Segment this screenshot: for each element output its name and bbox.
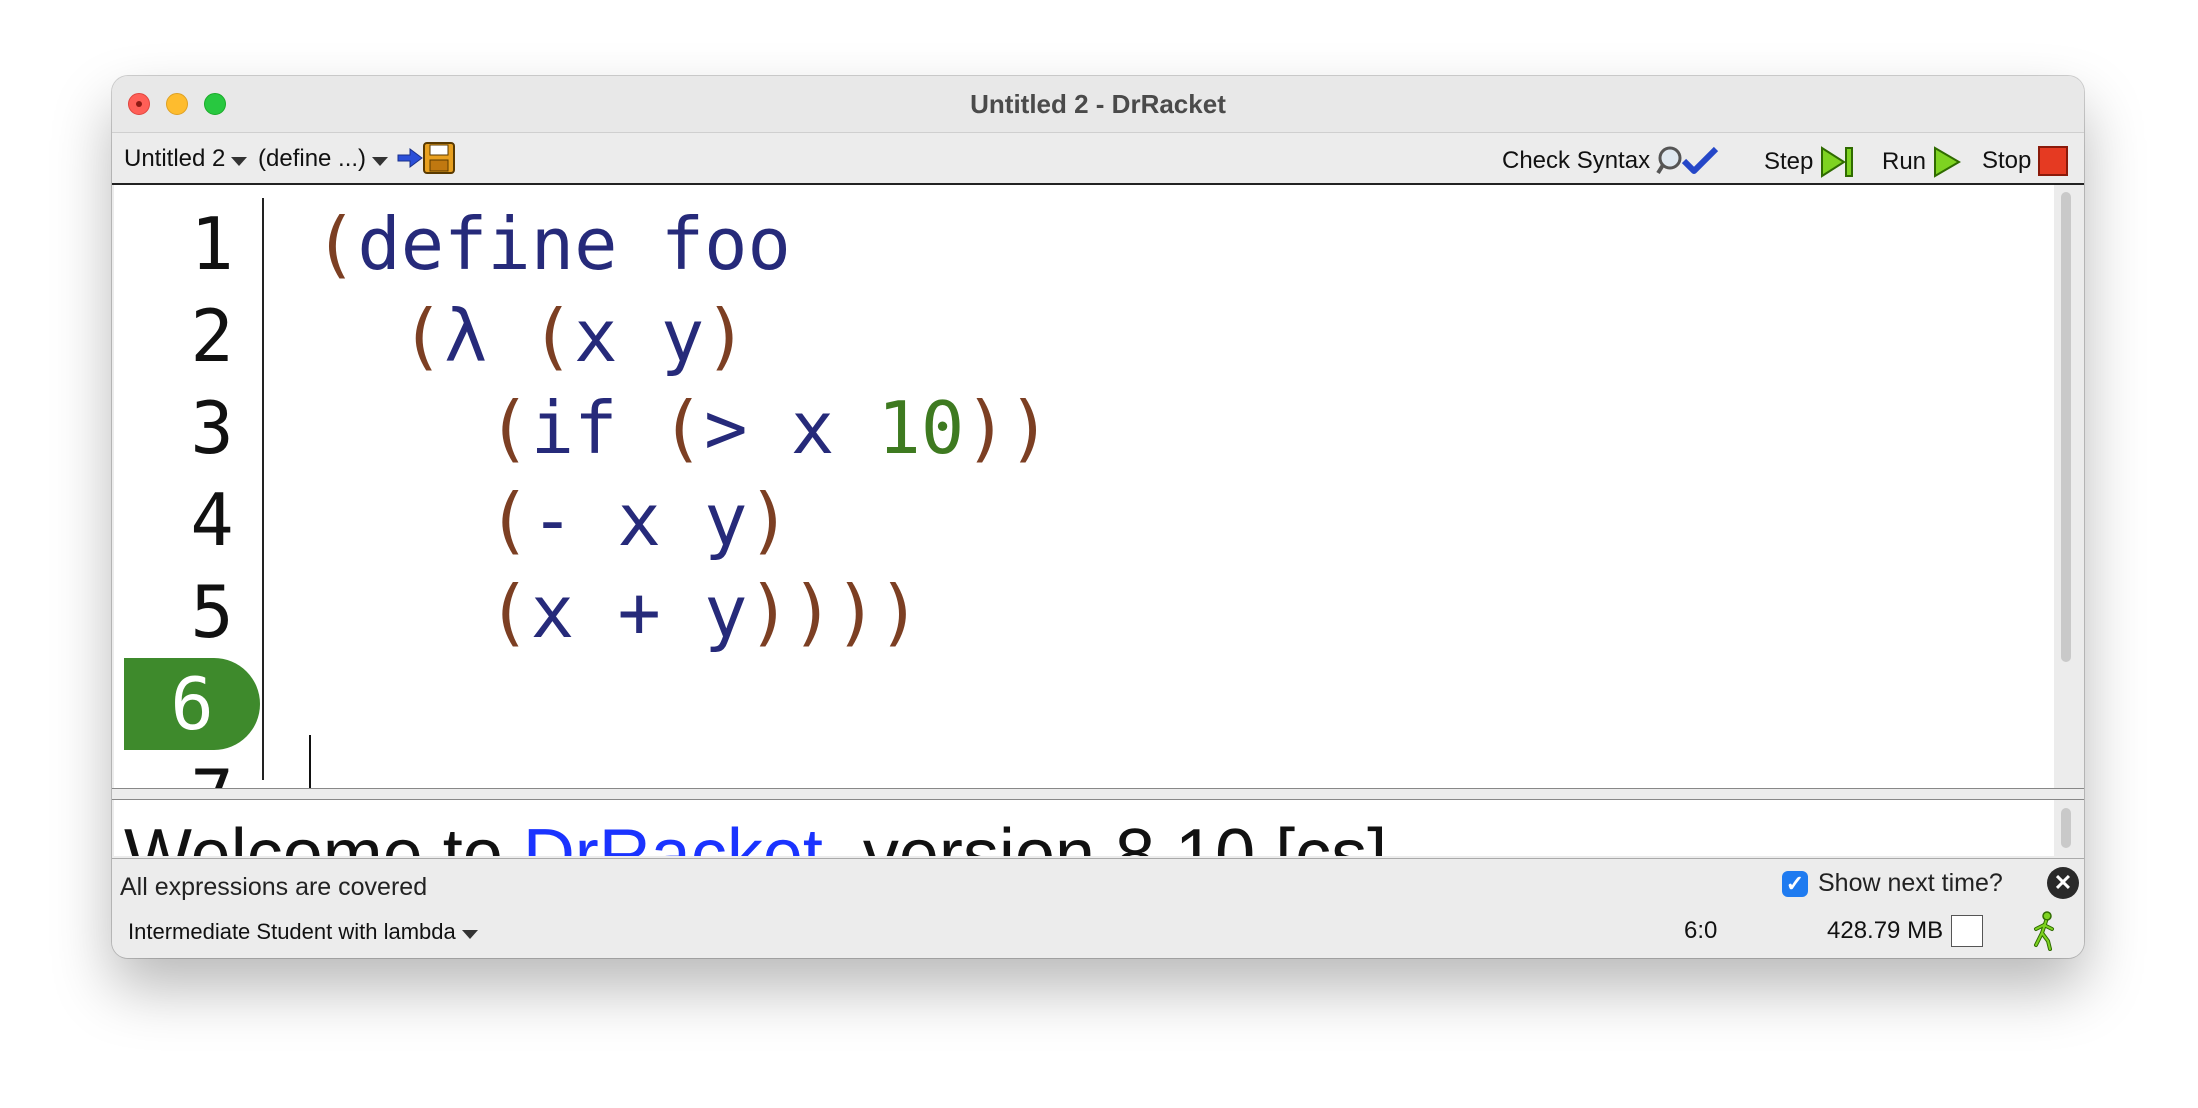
file-menu-dropdown[interactable]: Untitled 2: [124, 145, 248, 173]
interactions-pane[interactable]: Welcome to DrRacket, version 8.10 [cs]: [114, 800, 2054, 856]
chevron-down-icon: [372, 156, 389, 166]
cursor-position: 6:0: [1684, 917, 1718, 944]
toolbar: Untitled 2 (define ...) Check Syntax Ste…: [112, 133, 2084, 185]
define-menu-label: (define ...): [258, 145, 367, 172]
chevron-down-icon: [231, 156, 248, 166]
editor-scrollbar[interactable]: [2058, 186, 2074, 786]
code-text[interactable]: (define foo (λ (x y) (if (> x 10)) (- x …: [314, 198, 1051, 658]
code-line: (if (> x 10)): [487, 386, 1051, 470]
memory-label: 428.79 MB: [1827, 917, 1944, 944]
gc-indicator: [1951, 915, 1984, 947]
line-number: 4: [190, 478, 234, 562]
stop-label: Stop: [1982, 147, 2032, 174]
line-number: 3: [190, 386, 234, 470]
window-title: Untitled 2 - DrRacket: [970, 89, 1226, 119]
running-man-icon: [2034, 911, 2054, 951]
code-line: (x + y)))): [487, 570, 921, 654]
magnifier-check-icon: [1656, 146, 1719, 175]
file-menu-label: Untitled 2: [124, 145, 226, 172]
stop-button[interactable]: Stop: [1982, 145, 2069, 177]
active-line-number: 6: [124, 658, 260, 750]
step-icon: [1821, 146, 1854, 178]
title-bar: Untitled 2 - DrRacket: [112, 76, 2084, 133]
memory-indicator[interactable]: 428.79 MB: [1827, 915, 1984, 947]
run-icon: [1934, 146, 1962, 178]
show-next-time-checkbox[interactable]: ✓: [1782, 870, 1808, 897]
show-next-time-option[interactable]: ✓ Show next time?: [1782, 869, 2003, 898]
close-message-icon[interactable]: ✕: [2047, 867, 2079, 899]
save-button[interactable]: [396, 141, 458, 175]
scrollbar-thumb[interactable]: [2061, 808, 2071, 848]
check-syntax-button[interactable]: Check Syntax: [1502, 145, 1720, 177]
line-number: 5: [190, 570, 234, 654]
interactions-scrollbar[interactable]: [2058, 802, 2074, 854]
drracket-link[interactable]: DrRacket: [523, 815, 823, 856]
language-label: Intermediate Student with lambda: [128, 919, 456, 944]
scrollbar-thumb[interactable]: [2061, 192, 2071, 662]
step-label: Step: [1764, 148, 1814, 175]
status-bar: All expressions are covered ✓ Show next …: [112, 858, 2084, 958]
code-line: (- x y): [487, 478, 791, 562]
coverage-message: All expressions are covered: [120, 873, 428, 901]
code-line: (define foo: [314, 202, 791, 286]
check-syntax-label: Check Syntax: [1502, 147, 1651, 174]
text-cursor: [309, 735, 311, 788]
stop-icon: [2038, 146, 2069, 176]
line-number: 2: [190, 294, 234, 378]
definitions-editor[interactable]: 1 2 3 4 5 6 7 (define foo (λ (x y) (if (…: [114, 185, 2054, 788]
run-label: Run: [1882, 148, 1927, 175]
show-next-time-label: Show next time?: [1818, 869, 2003, 897]
welcome-message: Welcome to DrRacket, version 8.10 [cs]: [124, 814, 1387, 856]
drracket-window: Untitled 2 - DrRacket Untitled 2 (define…: [112, 76, 2084, 958]
line-number: 7: [162, 750, 262, 788]
pane-splitter[interactable]: [112, 788, 2084, 800]
step-button[interactable]: Step: [1764, 145, 1855, 179]
run-button[interactable]: Run: [1882, 145, 1962, 179]
line-number: 1: [190, 202, 234, 286]
gutter-divider: [262, 198, 264, 780]
code-line: (λ (x y): [400, 294, 748, 378]
language-selector[interactable]: Intermediate Student with lambda: [128, 919, 478, 945]
save-icon: [397, 142, 455, 174]
define-menu-dropdown[interactable]: (define ...): [258, 145, 389, 173]
chevron-down-icon: [461, 929, 478, 939]
